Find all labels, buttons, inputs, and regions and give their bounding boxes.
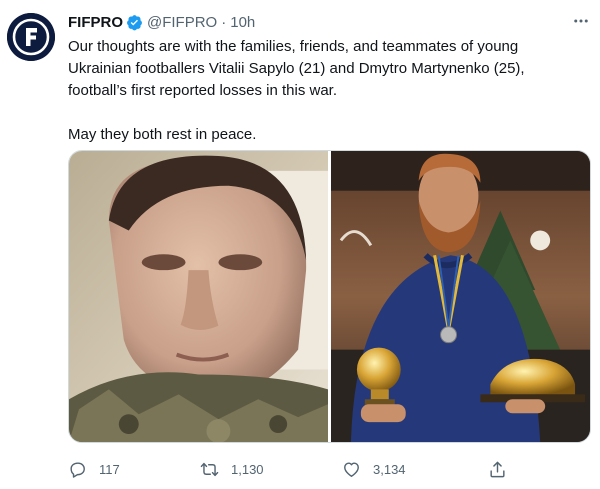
like-count: 3,134: [373, 461, 406, 477]
share-icon: [490, 461, 505, 477]
tweet: FIFPRO @FIFPRO · 10h Our thoughts are wi…: [0, 0, 600, 489]
tweet-text-line: Ukrainian footballers Vitalii Sapylo (21…: [68, 60, 525, 77]
media-grid: [68, 150, 591, 443]
retweet-button[interactable]: 1,130: [200, 456, 264, 482]
avatar[interactable]: [7, 13, 55, 61]
reply-count: 117: [99, 461, 120, 477]
author-handle[interactable]: @FIFPRO: [147, 14, 217, 31]
fifpro-logo-icon: [7, 13, 55, 61]
tweet-header: FIFPRO @FIFPRO · 10h: [68, 11, 255, 33]
photo-young-man-selfie[interactable]: [69, 151, 328, 442]
more-options-button[interactable]: [568, 12, 594, 30]
tweet-timestamp[interactable]: 10h: [230, 14, 255, 31]
photo-bearded-man-with-trophies[interactable]: [330, 151, 590, 442]
retweet-icon: [200, 462, 219, 476]
retweet-count: 1,130: [231, 461, 264, 477]
share-button[interactable]: [488, 456, 507, 482]
tweet-text-line: football’s first reported losses in this…: [68, 82, 338, 99]
heart-icon: [344, 461, 359, 477]
author-name[interactable]: FIFPRO: [68, 14, 123, 31]
tweet-text-closing: May they both rest in peace.: [68, 126, 257, 143]
reply-button[interactable]: 117: [68, 456, 120, 482]
photo-young-man-image: [69, 151, 328, 442]
photo-bearded-man-image: [330, 151, 590, 442]
reply-icon: [70, 461, 85, 478]
action-bar: 117 1,130 3,134: [68, 456, 508, 482]
verified-icon: [127, 14, 142, 30]
tweet-text-line: Our thoughts are with the families, frie…: [68, 38, 519, 55]
separator-dot: ·: [221, 13, 227, 31]
like-button[interactable]: 3,134: [342, 456, 406, 482]
more-icon: [574, 19, 588, 23]
tweet-text: Our thoughts are with the families, frie…: [68, 36, 588, 146]
